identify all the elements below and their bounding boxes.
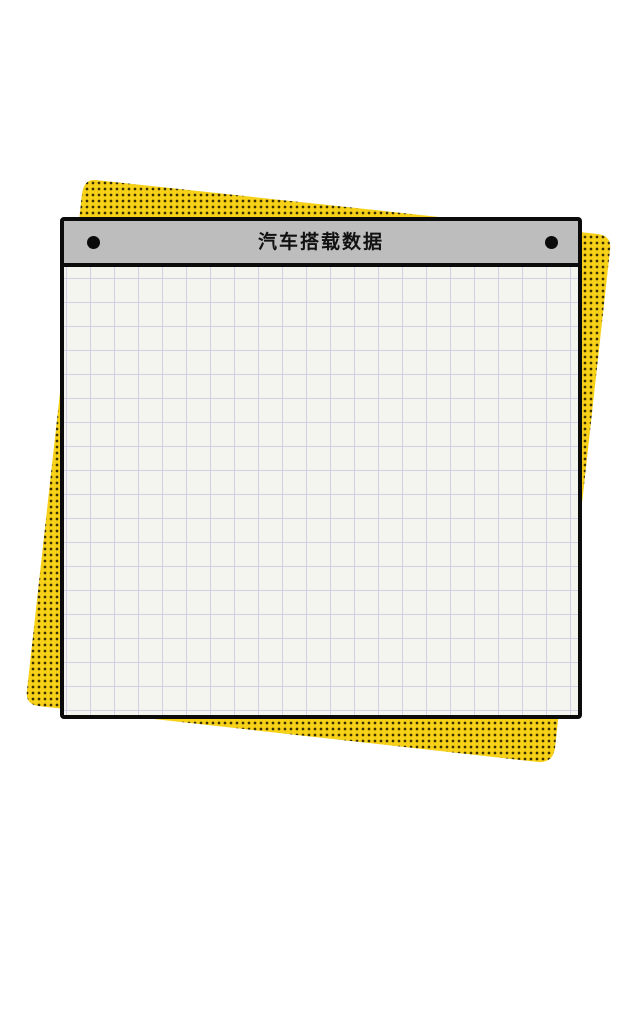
grid-paper-area [64,267,578,715]
window-titlebar: 汽车搭载数据 [64,221,578,267]
titlebar-dot-left-icon [87,235,100,249]
canvas: 汽车搭载数据 [0,0,640,1030]
titlebar-dot-right-icon [545,235,558,249]
window-title: 汽车搭载数据 [257,230,384,253]
data-window: 汽车搭载数据 [60,217,582,719]
